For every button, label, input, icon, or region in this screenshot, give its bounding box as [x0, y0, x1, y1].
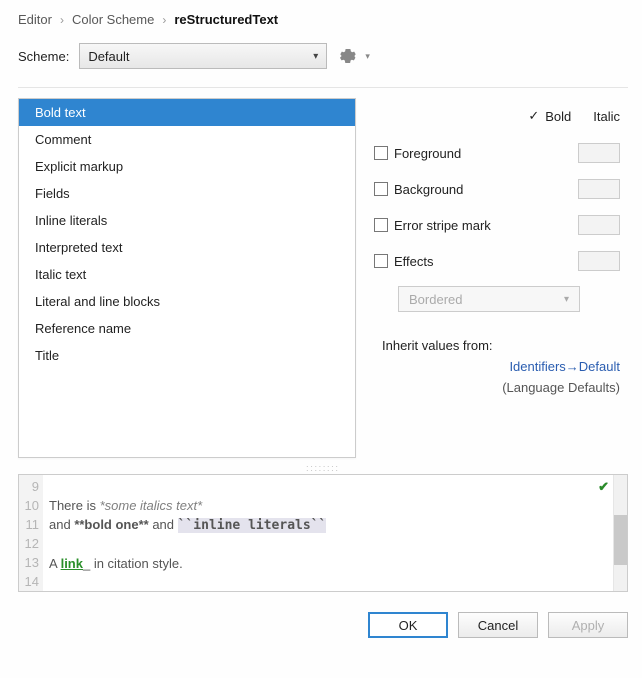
- errorstripe-label: Error stripe mark: [394, 218, 491, 233]
- list-item[interactable]: Italic text: [19, 261, 355, 288]
- code-line: [49, 573, 607, 592]
- code-line: [49, 535, 607, 554]
- effects-label: Effects: [394, 254, 434, 269]
- checkbox-icon: ✓: [528, 108, 539, 124]
- checkbox-icon: [374, 254, 388, 268]
- vertical-resizer[interactable]: ∷∷∷∷: [18, 464, 628, 474]
- scheme-row: Scheme: Default ▾ ▾: [18, 43, 628, 69]
- foreground-swatch[interactable]: [578, 143, 620, 163]
- italic-label: Italic: [593, 109, 620, 124]
- chevron-right-icon: ›: [162, 13, 166, 27]
- checkmark-icon: ✔: [598, 477, 609, 496]
- inherit-label: Inherit values from:: [382, 338, 493, 353]
- code-area[interactable]: ✔ There is *some italics text* and **bol…: [43, 475, 613, 591]
- scrollbar-thumb[interactable]: [614, 515, 627, 565]
- scheme-select[interactable]: Default ▾: [79, 43, 327, 69]
- list-item[interactable]: Inline literals: [19, 207, 355, 234]
- effects-type-value: Bordered: [409, 292, 462, 307]
- list-item[interactable]: Explicit markup: [19, 153, 355, 180]
- effects-swatch[interactable]: [578, 251, 620, 271]
- code-line: A link_ in citation style.: [49, 554, 607, 573]
- gear-icon[interactable]: [337, 45, 359, 67]
- bold-checkbox[interactable]: ✓ Bold: [528, 108, 571, 124]
- errorstripe-row[interactable]: Error stripe mark: [374, 214, 620, 236]
- breadcrumb-restructuredtext: reStructuredText: [174, 12, 278, 27]
- list-item[interactable]: Comment: [19, 126, 355, 153]
- apply-button: Apply: [548, 612, 628, 638]
- chevron-down-icon: ▾: [313, 51, 318, 62]
- list-item[interactable]: Reference name: [19, 315, 355, 342]
- attribute-list[interactable]: Bold textCommentExplicit markupFieldsInl…: [18, 98, 356, 458]
- foreground-row[interactable]: Foreground: [374, 142, 620, 164]
- code-line: There is *some italics text*: [49, 496, 607, 515]
- list-item[interactable]: Literal and line blocks: [19, 288, 355, 315]
- scheme-label: Scheme:: [18, 49, 69, 64]
- attribute-panel: ✓ Bold Italic Foreground Background: [374, 92, 628, 458]
- inherit-checkbox[interactable]: Inherit values from:: [374, 338, 620, 353]
- italic-checkbox[interactable]: Italic: [587, 108, 620, 124]
- gutter: 91011121314: [19, 475, 43, 591]
- background-row[interactable]: Background: [374, 178, 620, 200]
- preview-scrollbar[interactable]: [613, 475, 627, 591]
- scheme-value: Default: [88, 49, 129, 64]
- list-item[interactable]: Title: [19, 342, 355, 369]
- inherit-sub: (Language Defaults): [374, 380, 620, 395]
- chevron-down-icon: ▾: [564, 294, 569, 305]
- errorstripe-swatch[interactable]: [578, 215, 620, 235]
- ok-button[interactable]: OK: [368, 612, 448, 638]
- background-label: Background: [394, 182, 463, 197]
- list-item[interactable]: Fields: [19, 180, 355, 207]
- breadcrumb-editor[interactable]: Editor: [18, 12, 52, 27]
- checkbox-icon: [374, 182, 388, 196]
- inherit-link[interactable]: Identifiers→Default: [374, 359, 620, 374]
- chevron-right-icon: ›: [60, 13, 64, 27]
- cancel-button[interactable]: Cancel: [458, 612, 538, 638]
- list-item[interactable]: Interpreted text: [19, 234, 355, 261]
- preview-editor: 91011121314 ✔ There is *some italics tex…: [18, 474, 628, 592]
- breadcrumb-colorscheme[interactable]: Color Scheme: [72, 12, 154, 27]
- list-item[interactable]: Bold text: [19, 99, 355, 126]
- foreground-label: Foreground: [394, 146, 461, 161]
- checkbox-icon: [374, 146, 388, 160]
- bold-label: Bold: [545, 109, 571, 124]
- background-swatch[interactable]: [578, 179, 620, 199]
- code-line: and **bold one** and ``inline literals``: [49, 515, 607, 535]
- effects-type-select[interactable]: Bordered ▾: [398, 286, 580, 312]
- dialog-buttons: OK Cancel Apply: [18, 612, 628, 638]
- checkbox-icon: [374, 218, 388, 232]
- effects-row[interactable]: Effects: [374, 250, 620, 272]
- dropdown-arrow-icon[interactable]: ▾: [365, 51, 370, 62]
- breadcrumb: Editor › Color Scheme › reStructuredText: [18, 12, 628, 27]
- code-line: [49, 477, 607, 496]
